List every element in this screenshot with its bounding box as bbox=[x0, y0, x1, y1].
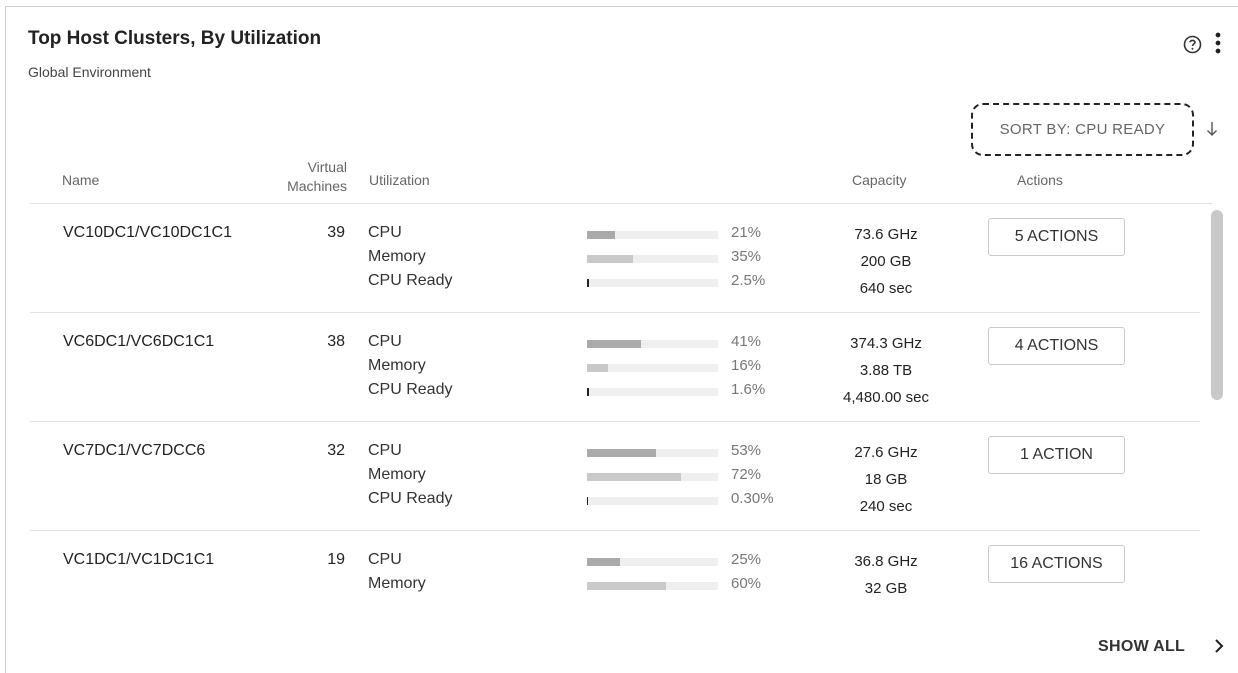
capacity-value: 4,480.00 sec bbox=[843, 389, 929, 406]
utilization-bar-fill bbox=[587, 473, 681, 481]
scrollbar-thumb[interactable] bbox=[1211, 210, 1223, 400]
metric-label: Memory bbox=[368, 575, 426, 592]
chevron-right-icon[interactable] bbox=[1214, 638, 1224, 654]
metric-percent: 0.30% bbox=[731, 490, 774, 507]
utilization-bar bbox=[587, 473, 718, 481]
help-circle-icon[interactable] bbox=[1183, 35, 1202, 54]
utilization-bar bbox=[587, 449, 718, 457]
utilization-bar-fill bbox=[587, 231, 615, 239]
show-all-link[interactable]: SHOW ALL bbox=[1098, 638, 1185, 656]
utilization-bar bbox=[587, 582, 718, 590]
capacity-value: 200 GB bbox=[860, 253, 912, 270]
capacity-value: 18 GB bbox=[864, 471, 908, 488]
utilization-bar-fill bbox=[587, 279, 589, 287]
metric-label: CPU bbox=[368, 442, 402, 459]
capacity-value: 36.8 GHz bbox=[854, 553, 918, 570]
utilization-bar bbox=[587, 279, 718, 287]
scrollbar[interactable] bbox=[1208, 207, 1228, 597]
metric-label: Memory bbox=[368, 466, 426, 483]
cluster-name[interactable]: VC10DC1/VC10DC1C1 bbox=[63, 224, 232, 242]
utilization-bar-fill bbox=[587, 558, 620, 566]
metric-label: Memory bbox=[368, 357, 426, 374]
vm-count: 39 bbox=[327, 224, 345, 241]
metric-percent: 16% bbox=[731, 357, 762, 374]
utilization-bar-fill bbox=[587, 582, 666, 590]
metric-percent: 1.6% bbox=[731, 381, 766, 398]
cluster-list: VC10DC1/VC10DC1C1 39 CPU Memory CPU Read… bbox=[30, 204, 1200, 597]
column-header-name: Name bbox=[62, 172, 100, 188]
utilization-bar bbox=[587, 255, 718, 263]
cluster-name[interactable]: VC6DC1/VC6DC1C1 bbox=[63, 333, 214, 351]
cluster-name[interactable]: VC1DC1/VC1DC1C1 bbox=[63, 551, 214, 569]
utilization-bar bbox=[587, 497, 718, 505]
metric-label: CPU bbox=[368, 224, 402, 241]
vm-count: 32 bbox=[327, 442, 345, 459]
utilization-bar bbox=[587, 340, 718, 348]
metric-percent: 2.5% bbox=[731, 272, 766, 289]
table-row[interactable]: VC1DC1/VC1DC1C1 19 CPU Memory 25% 60% 36… bbox=[30, 531, 1200, 597]
metric-label: CPU Ready bbox=[368, 490, 453, 507]
metric-label: CPU bbox=[368, 333, 402, 350]
utilization-bar-fill bbox=[587, 364, 608, 372]
metric-percent: 41% bbox=[731, 333, 762, 350]
utilization-bar-fill bbox=[587, 388, 589, 396]
capacity-value: 374.3 GHz bbox=[850, 335, 922, 352]
column-header-utilization: Utilization bbox=[369, 172, 430, 188]
actions-button[interactable]: 16 ACTIONS bbox=[988, 545, 1125, 583]
capacity-value: 640 sec bbox=[859, 280, 913, 297]
capacity-value: 240 sec bbox=[859, 498, 913, 515]
utilization-bar bbox=[587, 388, 718, 396]
table-row[interactable]: VC10DC1/VC10DC1C1 39 CPU Memory CPU Read… bbox=[30, 204, 1200, 313]
metric-label: CPU Ready bbox=[368, 272, 453, 289]
capacity-value: 27.6 GHz bbox=[854, 444, 918, 461]
capacity-value: 73.6 GHz bbox=[854, 226, 918, 243]
actions-button[interactable]: 1 ACTION bbox=[988, 436, 1125, 474]
metric-percent: 35% bbox=[731, 248, 762, 265]
column-header-capacity: Capacity bbox=[852, 172, 907, 188]
metric-label: Memory bbox=[368, 248, 426, 265]
metric-label: CPU bbox=[368, 551, 402, 568]
column-header-actions: Actions bbox=[1017, 172, 1063, 188]
table-row[interactable]: VC6DC1/VC6DC1C1 38 CPU Memory CPU Ready … bbox=[30, 313, 1200, 422]
utilization-bar-fill bbox=[587, 449, 656, 457]
sort-by-label: SORT BY: CPU READY bbox=[999, 121, 1166, 138]
vm-count: 38 bbox=[327, 333, 345, 350]
widget-title: Top Host Clusters, By Utilization bbox=[28, 28, 322, 49]
metric-percent: 53% bbox=[731, 442, 762, 459]
sort-by-button[interactable]: SORT BY: CPU READY bbox=[971, 103, 1194, 156]
utilization-bar bbox=[587, 231, 718, 239]
capacity-value: 3.88 TB bbox=[859, 362, 913, 379]
metric-percent: 21% bbox=[731, 224, 762, 241]
more-vertical-icon[interactable] bbox=[1211, 30, 1225, 58]
utilization-bar-fill bbox=[587, 255, 633, 263]
metric-label: CPU Ready bbox=[368, 381, 453, 398]
capacity-value: 32 GB bbox=[864, 580, 908, 597]
column-header-vms: Virtual Machines bbox=[287, 159, 347, 194]
metric-percent: 60% bbox=[731, 575, 762, 592]
utilization-bar bbox=[587, 558, 718, 566]
utilization-bar bbox=[587, 364, 718, 372]
table-row[interactable]: VC7DC1/VC7DCC6 32 CPU Memory CPU Ready 5… bbox=[30, 422, 1200, 531]
actions-button[interactable]: 5 ACTIONS bbox=[988, 218, 1125, 256]
widget-subtitle: Global Environment bbox=[28, 64, 151, 80]
cluster-name[interactable]: VC7DC1/VC7DCC6 bbox=[63, 442, 205, 460]
utilization-bar-fill bbox=[587, 340, 641, 348]
vm-count: 19 bbox=[327, 551, 345, 568]
utilization-bar-fill bbox=[587, 497, 588, 505]
actions-button[interactable]: 4 ACTIONS bbox=[988, 327, 1125, 365]
metric-percent: 72% bbox=[731, 466, 762, 483]
arrow-down-icon[interactable] bbox=[1205, 120, 1219, 138]
metric-percent: 25% bbox=[731, 551, 762, 568]
